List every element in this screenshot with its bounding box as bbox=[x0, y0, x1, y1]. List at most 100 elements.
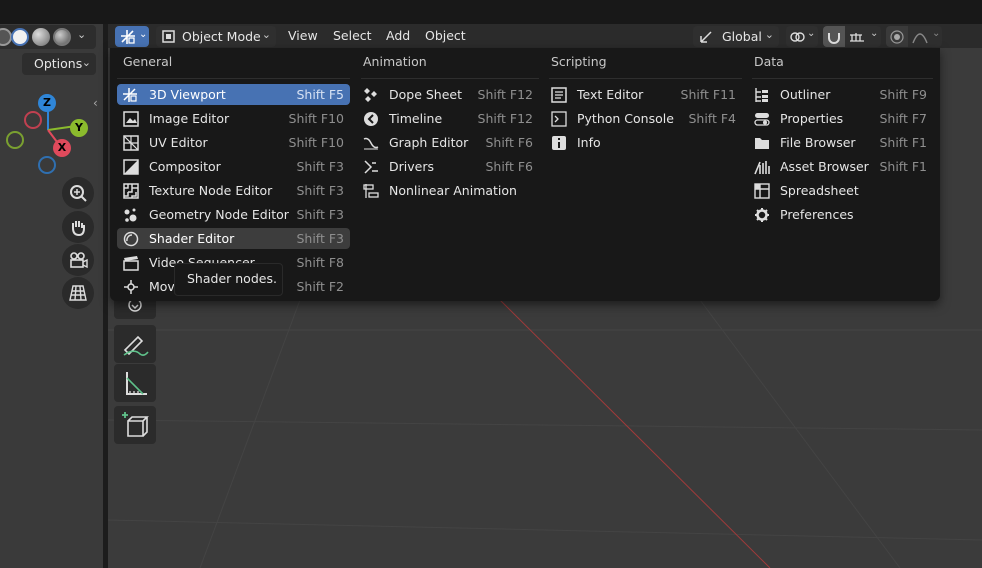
area-divider[interactable] bbox=[103, 24, 108, 568]
menu-item-label: Drivers bbox=[389, 159, 434, 174]
menu-item-label: Dope Sheet bbox=[389, 87, 463, 102]
snap-increment-icon bbox=[850, 33, 864, 42]
snap-target-select[interactable]: ⌄ bbox=[845, 26, 881, 47]
python-console-icon bbox=[550, 110, 567, 127]
chevron-down-icon: ⌄ bbox=[261, 28, 271, 41]
chevron-down-icon: ⌄ bbox=[764, 28, 774, 41]
camera-view-icon[interactable] bbox=[62, 244, 94, 276]
menu-item-properties[interactable]: Properties Shift F7 bbox=[748, 108, 933, 129]
shader-editor-icon bbox=[122, 230, 139, 247]
orientation-icon bbox=[700, 31, 712, 43]
annotate-icon bbox=[123, 335, 149, 356]
proportional-edit-icon bbox=[890, 30, 904, 44]
uv-editor-icon bbox=[122, 134, 139, 151]
menu-item-3d-viewport[interactable]: 3D Viewport Shift F5 bbox=[117, 84, 350, 105]
tooltip-text: Shader nodes. bbox=[187, 271, 277, 286]
image-editor-icon bbox=[122, 110, 139, 127]
menu-item-image-editor[interactable]: Image Editor Shift F10 bbox=[117, 108, 350, 129]
chevron-down-icon: ⌄ bbox=[807, 28, 816, 39]
menu-view[interactable]: View bbox=[288, 24, 318, 48]
shortcut-label: Shift F6 bbox=[485, 159, 533, 174]
menu-item-label: Graph Editor bbox=[389, 135, 469, 150]
shortcut-label: Shift F12 bbox=[477, 87, 533, 102]
tool-measure[interactable] bbox=[114, 364, 156, 402]
menu-item-label: Outliner bbox=[780, 87, 831, 102]
tool-add-cube[interactable] bbox=[114, 406, 156, 444]
zoom-icon[interactable] bbox=[62, 177, 94, 209]
gear-icon bbox=[753, 206, 770, 223]
shortcut-label: Shift F10 bbox=[288, 111, 344, 126]
gizmo-z-axis[interactable]: Z bbox=[38, 94, 56, 112]
shortcut-label: Shift F2 bbox=[296, 279, 344, 294]
divider bbox=[549, 78, 742, 79]
menu-item-spreadsheet[interactable]: Spreadsheet bbox=[748, 180, 933, 201]
pivot-point-select[interactable]: ⌄ bbox=[786, 26, 818, 47]
divider bbox=[752, 78, 933, 79]
mode-label: Object Mode bbox=[182, 29, 261, 44]
menu-item-label: UV Editor bbox=[149, 135, 208, 150]
menu-item-file-browser[interactable]: File Browser Shift F1 bbox=[748, 132, 933, 153]
menu-item-drivers[interactable]: Drivers Shift F6 bbox=[357, 156, 539, 177]
editor-type-button[interactable]: ⌄ bbox=[115, 26, 149, 47]
menu-item-text-editor[interactable]: Text Editor Shift F11 bbox=[545, 84, 742, 105]
gizmo-x-axis[interactable]: X bbox=[53, 139, 71, 157]
menu-item-label: Nonlinear Animation bbox=[389, 183, 517, 198]
rendered-shading-icon[interactable] bbox=[53, 28, 71, 46]
menu-item-nonlinear-animation[interactable]: Nonlinear Animation bbox=[357, 180, 539, 201]
object-mode-icon bbox=[162, 30, 175, 43]
menu-item-compositor[interactable]: Compositor Shift F3 bbox=[117, 156, 350, 177]
chevron-down-icon: ⌄ bbox=[932, 28, 941, 39]
menu-item-python-console[interactable]: Python Console Shift F4 bbox=[545, 108, 742, 129]
asset-browser-icon bbox=[753, 158, 770, 175]
proportional-editing-toggle[interactable] bbox=[886, 26, 908, 47]
mode-select[interactable]: Object Mode ⌄ bbox=[156, 26, 276, 47]
top-bar bbox=[0, 0, 982, 24]
geometry-node-icon bbox=[122, 206, 139, 223]
shortcut-label: Shift F3 bbox=[296, 207, 344, 222]
menu-select[interactable]: Select bbox=[333, 24, 372, 48]
menu-item-timeline[interactable]: Timeline Shift F12 bbox=[357, 108, 539, 129]
shortcut-label: Shift F1 bbox=[879, 159, 927, 174]
pan-hand-icon[interactable] bbox=[62, 211, 94, 243]
shortcut-label: Shift F6 bbox=[485, 135, 533, 150]
solid-shading-icon[interactable] bbox=[11, 28, 29, 46]
texture-node-icon bbox=[122, 182, 139, 199]
tool-annotate[interactable] bbox=[114, 325, 156, 363]
menu-item-preferences[interactable]: Preferences bbox=[748, 204, 933, 225]
menu-item-label: Asset Browser bbox=[780, 159, 869, 174]
spreadsheet-icon bbox=[753, 182, 770, 199]
chevron-down-icon: ⌄ bbox=[81, 56, 91, 69]
compositor-icon bbox=[122, 158, 139, 175]
perspective-grid-icon[interactable] bbox=[62, 277, 94, 309]
material-shading-icon[interactable] bbox=[32, 28, 50, 46]
menu-item-dope-sheet[interactable]: Dope Sheet Shift F12 bbox=[357, 84, 539, 105]
tooltip: Shader nodes. bbox=[174, 263, 283, 296]
shortcut-label: Shift F9 bbox=[879, 87, 927, 102]
menu-item-graph-editor[interactable]: Graph Editor Shift F6 bbox=[357, 132, 539, 153]
shortcut-label: Shift F1 bbox=[879, 135, 927, 150]
menu-item-asset-browser[interactable]: Asset Browser Shift F1 bbox=[748, 156, 933, 177]
menu-item-outliner[interactable]: Outliner Shift F9 bbox=[748, 84, 933, 105]
menu-item-label: Shader Editor bbox=[149, 231, 235, 246]
shading-options-chevron-icon[interactable]: ⌄ bbox=[77, 28, 86, 41]
menu-item-geometry-node-editor[interactable]: Geometry Node Editor Shift F3 bbox=[117, 204, 350, 225]
movie-clip-icon bbox=[122, 278, 139, 295]
menu-item-label: 3D Viewport bbox=[149, 87, 226, 102]
menu-add[interactable]: Add bbox=[386, 24, 410, 48]
menu-item-shader-editor[interactable]: Shader Editor Shift F3 bbox=[117, 228, 350, 249]
menu-item-uv-editor[interactable]: UV Editor Shift F10 bbox=[117, 132, 350, 153]
drivers-icon bbox=[362, 158, 379, 175]
shortcut-label: Shift F3 bbox=[296, 231, 344, 246]
options-dropdown[interactable]: Options ⌄ bbox=[22, 53, 96, 75]
menu-item-label: Image Editor bbox=[149, 111, 230, 126]
transform-orientation-select[interactable]: Global ⌄ bbox=[693, 26, 779, 47]
snap-toggle[interactable] bbox=[823, 26, 845, 47]
gizmo-y-axis[interactable]: Y bbox=[70, 119, 88, 137]
menu-object[interactable]: Object bbox=[425, 24, 466, 48]
menu-item-texture-node-editor[interactable]: Texture Node Editor Shift F3 bbox=[117, 180, 350, 201]
menu-item-label: Geometry Node Editor bbox=[149, 207, 289, 222]
column-heading-data: Data bbox=[754, 54, 784, 69]
info-icon bbox=[550, 134, 567, 151]
menu-item-info[interactable]: Info bbox=[545, 132, 742, 153]
proportional-falloff-select[interactable]: ⌄ bbox=[908, 26, 942, 47]
